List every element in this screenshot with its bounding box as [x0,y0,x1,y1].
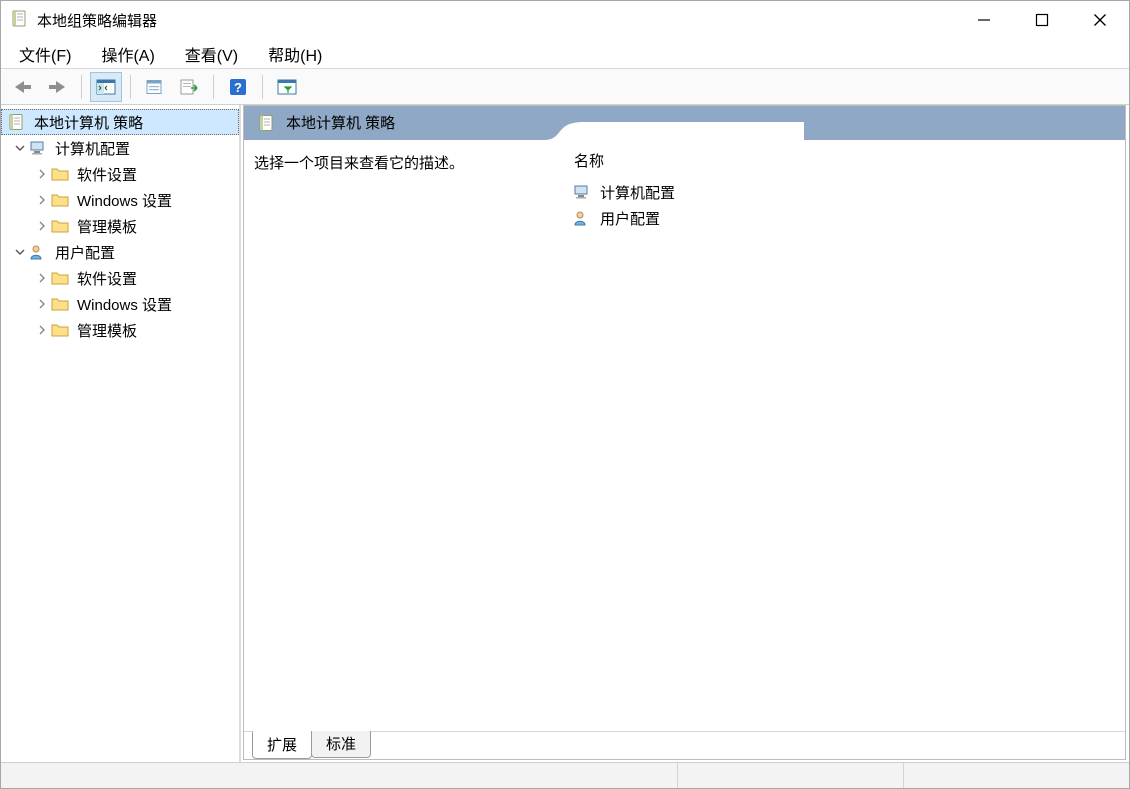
maximize-button[interactable] [1013,1,1071,39]
toolbar-separator [262,75,263,99]
svg-text:?: ? [234,80,242,95]
folder-icon [51,165,69,183]
description-prompt: 选择一个项目来查看它的描述。 [254,155,464,172]
tree-windows-settings-user[interactable]: Windows 设置 [1,291,239,317]
tree-software-settings-user[interactable]: 软件设置 [1,265,239,291]
filter-button[interactable] [271,72,303,102]
folder-icon [51,295,69,313]
details-header-title: 本地计算机 策略 [286,112,395,133]
details-header: 本地计算机 策略 [244,106,1125,140]
tree-pane[interactable]: 本地计算机 策略 计算机配置 [1,105,241,762]
menu-bar: 文件(F) 操作(A) 查看(V) 帮助(H) [1,39,1129,69]
toolbar: ? [1,69,1129,105]
expand-icon[interactable] [35,167,49,181]
show-hide-tree-button[interactable] [90,72,122,102]
details-pane: 本地计算机 策略 选择一个项目来查看它的描述。 名称 [243,105,1126,760]
tree-windows-settings[interactable]: Windows 设置 [1,187,239,213]
close-button[interactable] [1071,1,1129,39]
list-header-name[interactable]: 名称 [572,146,1117,179]
tab-extended[interactable]: 扩展 [252,731,312,759]
tree-software-settings[interactable]: 软件设置 [1,161,239,187]
tree-label: 软件设置 [75,268,139,289]
back-button[interactable] [7,72,39,102]
tree-label: 管理模板 [75,216,139,237]
collapse-icon[interactable] [13,141,27,155]
folder-icon [51,217,69,235]
tree-label: Windows 设置 [75,190,174,211]
window-controls [955,1,1129,39]
expand-icon[interactable] [35,219,49,233]
tree-root-label: 本地计算机 策略 [32,112,145,133]
list-item-label: 计算机配置 [600,182,675,203]
content-area: 本地计算机 策略 计算机配置 [1,105,1129,762]
collapse-icon[interactable] [13,245,27,259]
toolbar-separator [213,75,214,99]
expand-icon[interactable] [35,193,49,207]
tab-standard[interactable]: 标准 [311,731,371,758]
menu-action[interactable]: 操作(A) [95,40,160,68]
forward-button[interactable] [41,72,73,102]
properties-button[interactable] [139,72,171,102]
status-cell [1,763,677,788]
computer-icon [29,139,47,157]
expand-icon[interactable] [35,271,49,285]
expand-icon[interactable] [35,297,49,311]
status-cell [903,763,1129,788]
menu-file[interactable]: 文件(F) [13,40,77,68]
tree-root[interactable]: 本地计算机 策略 [1,109,239,135]
help-button[interactable]: ? [222,72,254,102]
tree-label: 用户配置 [53,242,117,263]
tree-admin-templates-user[interactable]: 管理模板 [1,317,239,343]
folder-icon [51,269,69,287]
tree-computer-config[interactable]: 计算机配置 [1,135,239,161]
status-cell [677,763,903,788]
tree-admin-templates[interactable]: 管理模板 [1,213,239,239]
folder-icon [51,321,69,339]
tree-label: 管理模板 [75,320,139,341]
tab-strip: 扩展 标准 [244,731,1125,759]
expand-icon[interactable] [35,323,49,337]
list-column: 名称 计算机配置 [564,140,1125,731]
tree-label: 计算机配置 [53,138,132,159]
list-item[interactable]: 用户配置 [572,205,1117,231]
toolbar-separator [130,75,131,99]
export-list-button[interactable] [173,72,205,102]
policy-root-icon [8,113,26,131]
folder-icon [51,191,69,209]
tree-label: 软件设置 [75,164,139,185]
policy-root-icon [258,114,276,132]
menu-view[interactable]: 查看(V) [179,40,244,68]
minimize-button[interactable] [955,1,1013,39]
status-bar [1,762,1129,788]
toolbar-separator [81,75,82,99]
user-icon [29,243,47,261]
details-body: 选择一个项目来查看它的描述。 名称 计算机配置 [244,140,1125,731]
list-item-label: 用户配置 [600,208,660,229]
tree-user-config[interactable]: 用户配置 [1,239,239,265]
app-icon [11,9,29,31]
computer-icon [572,182,592,202]
list-item[interactable]: 计算机配置 [572,179,1117,205]
window-title: 本地组策略编辑器 [37,10,157,31]
menu-help[interactable]: 帮助(H) [262,40,328,68]
title-bar: 本地组策略编辑器 [1,1,1129,39]
user-icon [572,208,592,228]
tree-label: Windows 设置 [75,294,174,315]
description-column: 选择一个项目来查看它的描述。 [244,140,564,731]
